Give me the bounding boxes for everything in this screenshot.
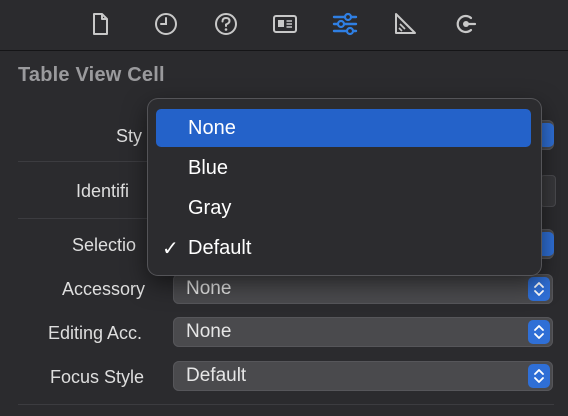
toolbar-divider	[0, 50, 568, 51]
accessory-popup[interactable]: None	[173, 274, 553, 304]
menu-item-label: Gray	[188, 197, 232, 219]
editing-accessory-value: None	[186, 321, 232, 342]
accessory-value: None	[186, 278, 232, 299]
menu-item-label: None	[188, 117, 236, 139]
menu-item-blue[interactable]: Blue	[156, 149, 531, 187]
style-label: Sty	[116, 126, 143, 146]
history-inspector-icon[interactable]	[152, 10, 180, 38]
file-inspector-icon[interactable]	[86, 10, 114, 38]
attributes-inspector-icon[interactable]	[331, 10, 359, 38]
focus-style-label: Focus Style	[50, 367, 145, 387]
selection-label: Selectio	[72, 235, 137, 255]
menu-item-none[interactable]: None	[156, 109, 531, 147]
selection-style-menu: None Blue Gray ✓ Default	[148, 99, 541, 275]
accessory-label: Accessory	[62, 279, 146, 299]
size-inspector-icon[interactable]	[391, 10, 419, 38]
focus-style-value: Default	[186, 365, 247, 386]
row-divider	[18, 404, 554, 405]
editing-accessory-label: Editing Acc.	[48, 323, 143, 343]
chevron-up-down-icon	[528, 320, 550, 344]
identifier-label: Identifi	[76, 181, 130, 201]
chevron-up-down-icon	[528, 364, 550, 388]
section-title: Table View Cell	[18, 64, 165, 86]
identity-inspector-icon[interactable]	[271, 10, 299, 38]
row-divider	[18, 218, 148, 219]
row-divider	[18, 161, 148, 162]
checkmark-icon: ✓	[162, 238, 179, 260]
chevron-up-down-icon	[528, 277, 550, 301]
menu-item-gray[interactable]: Gray	[156, 189, 531, 227]
identifier-field[interactable]	[540, 175, 556, 207]
focus-style-popup[interactable]: Default	[173, 361, 553, 391]
menu-item-label: Blue	[188, 157, 229, 179]
help-inspector-icon[interactable]	[212, 10, 240, 38]
menu-item-label: Default	[188, 237, 252, 259]
editing-accessory-popup[interactable]: None	[173, 317, 553, 347]
menu-item-default[interactable]: ✓ Default	[156, 229, 531, 267]
connections-inspector-icon[interactable]	[451, 10, 479, 38]
inspector-toolbar	[0, 0, 568, 50]
